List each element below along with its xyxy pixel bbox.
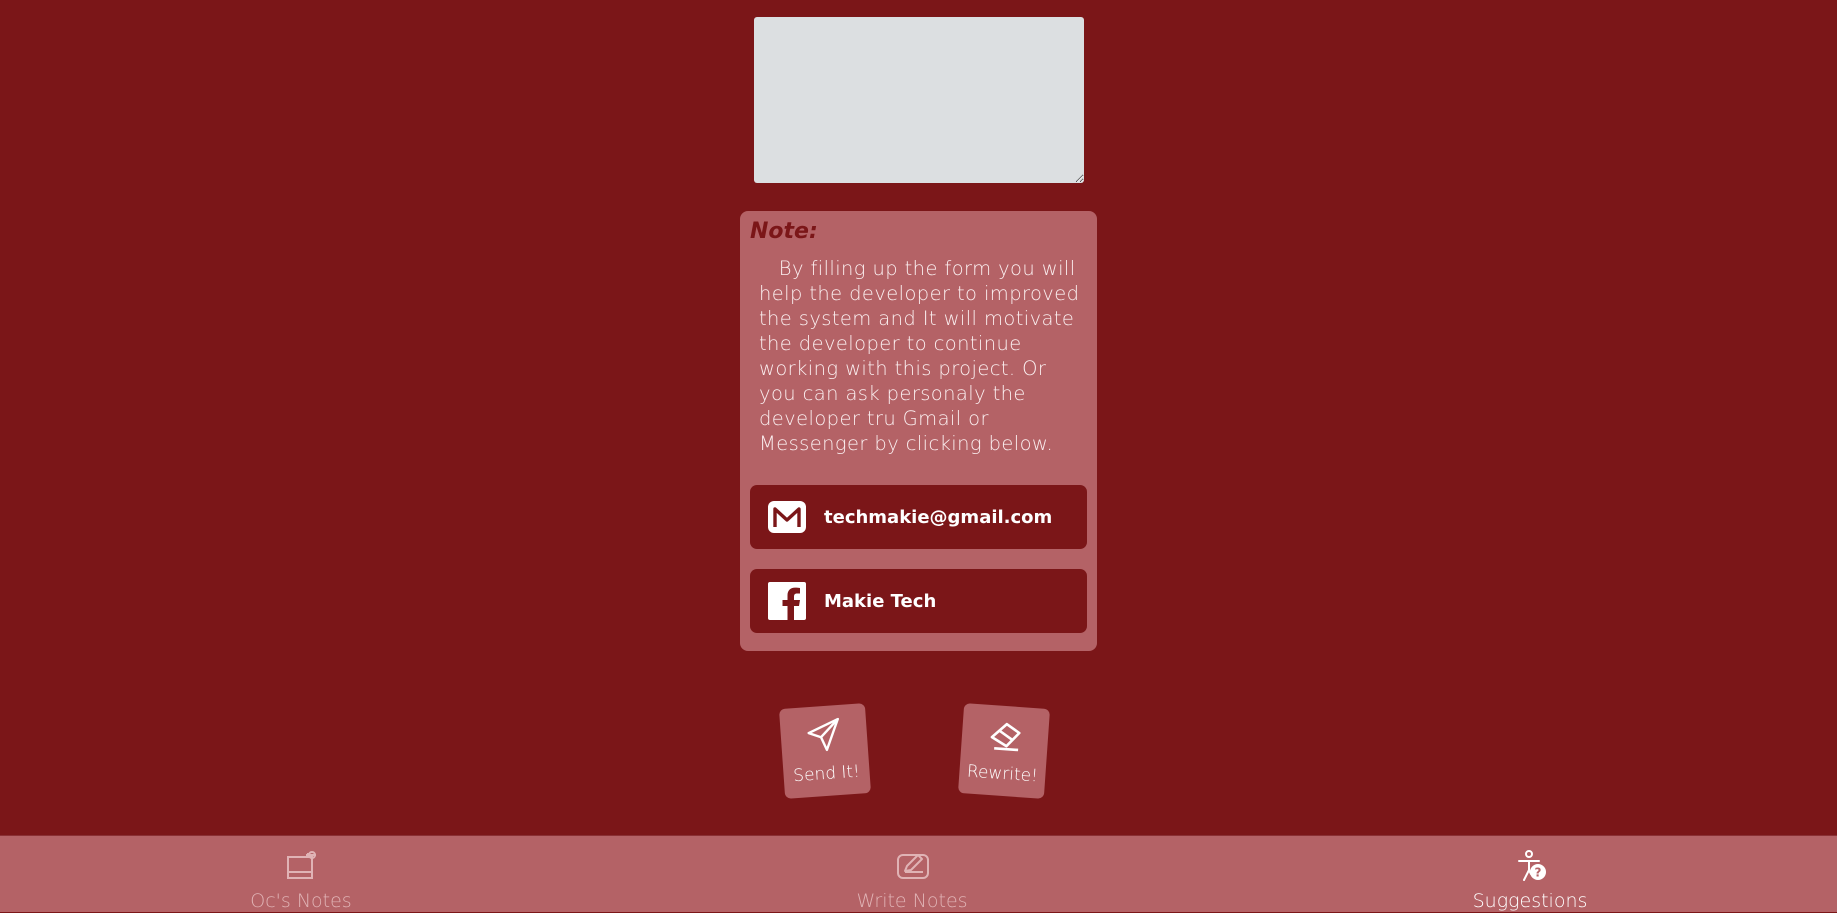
eraser-icon — [985, 715, 1026, 756]
note-body: By filling up the form you will help the… — [759, 257, 1080, 455]
nav-label-oc-notes: Oc's Notes — [250, 890, 352, 912]
nav-item-write-notes[interactable]: Write Notes — [822, 836, 1002, 913]
nav-item-oc-notes[interactable]: Oc's Notes — [211, 836, 391, 913]
rewrite-button[interactable]: Rewrite! — [957, 703, 1051, 799]
send-label: Send It! — [792, 761, 861, 787]
nav-label-write-notes: Write Notes — [856, 890, 968, 912]
suggestions-icon: ? — [1514, 850, 1548, 882]
facebook-label: Makie Tech — [824, 590, 937, 612]
facebook-icon — [767, 581, 807, 621]
write-icon — [896, 850, 930, 882]
suggestion-textarea[interactable] — [754, 17, 1084, 183]
note-card: Note: By filling up the form you will he… — [740, 211, 1097, 651]
svg-text:?: ? — [1535, 866, 1542, 880]
gmail-icon — [767, 497, 807, 537]
nav-label-suggestions: Suggestions — [1472, 890, 1588, 912]
gmail-contact-button[interactable]: techmakie@gmail.com — [750, 485, 1087, 549]
bottom-nav: Oc's Notes Write Notes ? Suggestions — [0, 835, 1837, 912]
paper-plane-icon — [804, 715, 845, 756]
send-button[interactable]: Send It! — [778, 703, 872, 799]
nav-item-suggestions[interactable]: ? Suggestions — [1440, 836, 1620, 913]
facebook-contact-button[interactable]: Makie Tech — [750, 569, 1087, 633]
gmail-label: techmakie@gmail.com — [824, 506, 1053, 528]
rewrite-label: Rewrite! — [966, 761, 1039, 787]
note-title: Note: — [750, 219, 818, 244]
notes-icon — [285, 850, 319, 882]
